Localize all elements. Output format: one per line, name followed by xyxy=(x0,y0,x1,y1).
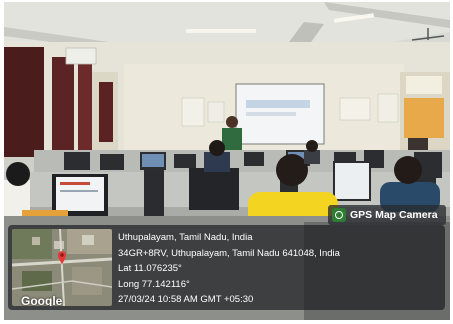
location-overlay: Google Uthupalayam, Tamil Nadu, India 34… xyxy=(8,225,445,310)
camera-pin-icon xyxy=(332,208,346,222)
gps-map-camera-badge: GPS Map Camera xyxy=(328,205,446,225)
badge-label: GPS Map Camera xyxy=(350,209,438,221)
latitude: Lat 11.076235° xyxy=(118,263,182,275)
map-thumbnail: Google xyxy=(12,229,112,306)
google-logo: Google xyxy=(21,294,63,306)
timestamp: 27/03/24 10:58 AM GMT +05:30 xyxy=(118,294,254,306)
address: 34GR+8RV, Uthupalayam, Tamil Nadu 641048… xyxy=(118,247,340,259)
location-details: Uthupalayam, Tamil Nadu, India 34GR+8RV,… xyxy=(118,230,340,308)
longitude: Long 77.142116° xyxy=(118,278,190,290)
place-name: Uthupalayam, Tamil Nadu, India xyxy=(118,232,253,243)
